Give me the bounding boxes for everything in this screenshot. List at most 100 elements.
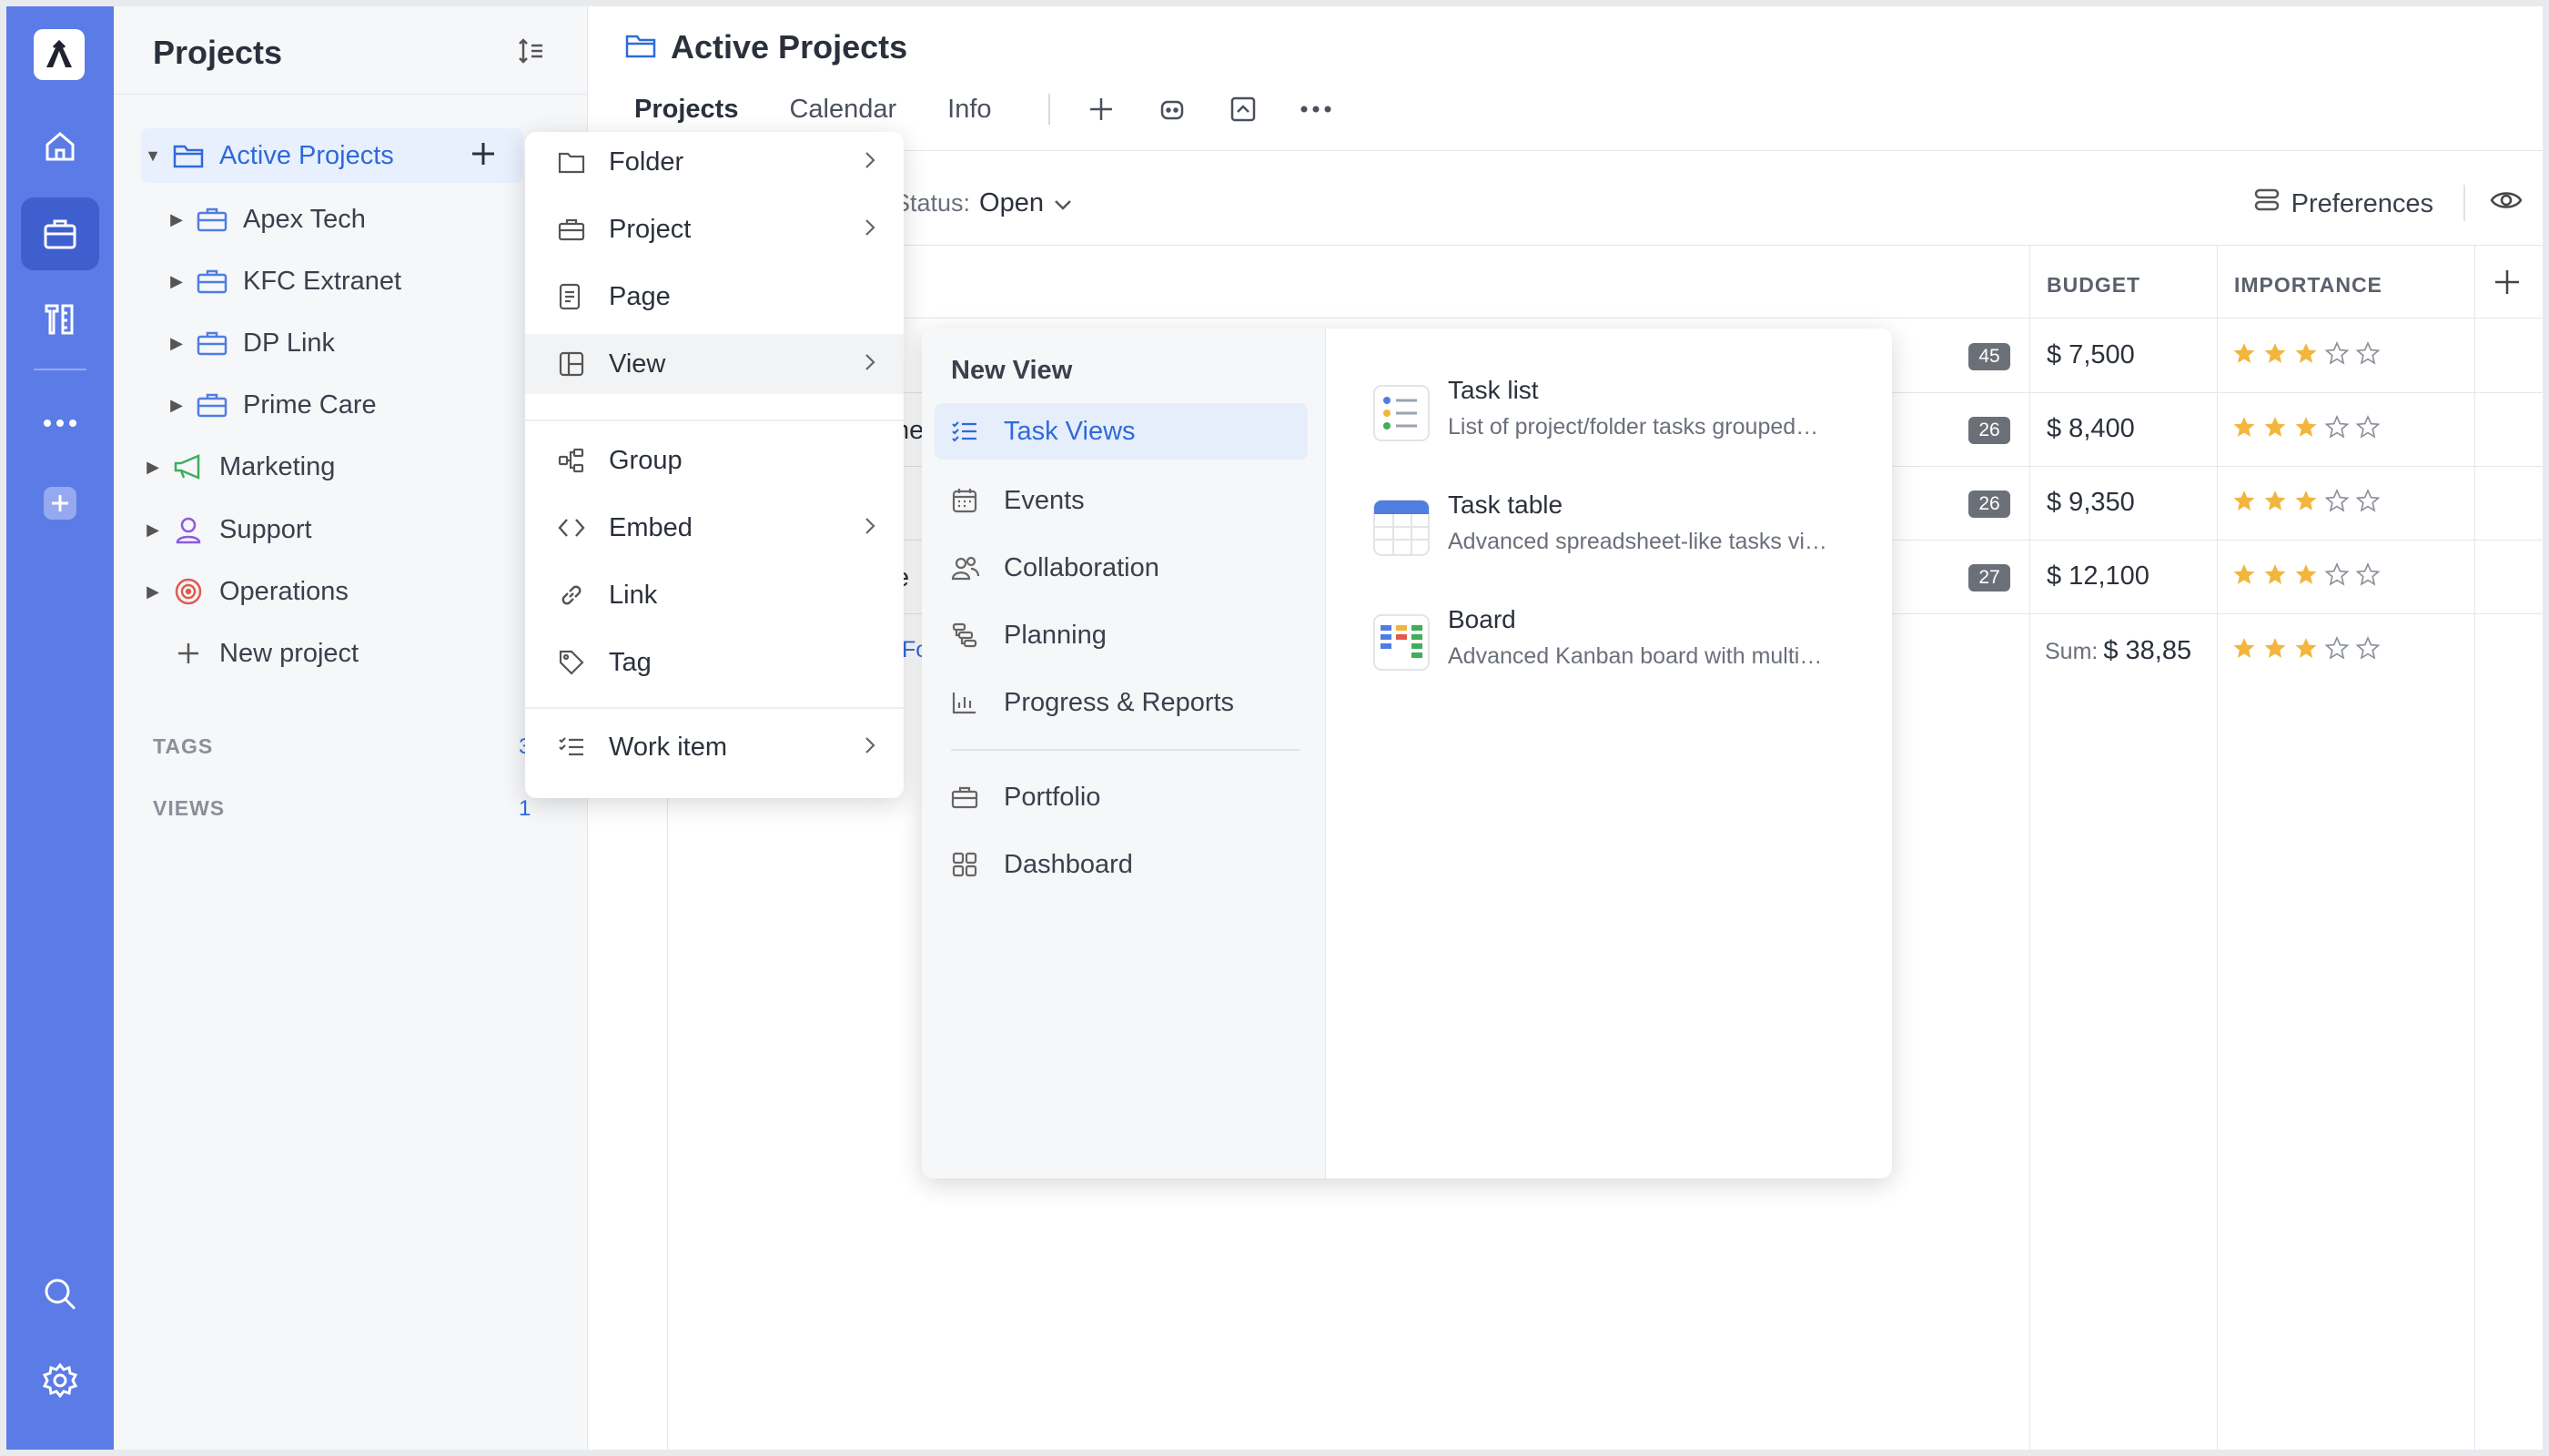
view-option-task-list[interactable]: Task list List of project/folder tasks g… <box>1373 376 1865 467</box>
more-icon[interactable] <box>1300 105 1332 114</box>
menu-item-work-item[interactable]: Work item <box>525 717 904 777</box>
importance-stars[interactable] <box>2231 341 2381 369</box>
sidebar-item-apex-tech[interactable]: ▶ Apex Tech <box>165 192 366 247</box>
budget-cell[interactable]: $ 8,400 <box>2047 414 2135 444</box>
caret-right-icon[interactable]: ▶ <box>165 396 188 415</box>
star-empty-icon[interactable] <box>2355 415 2381 443</box>
column-header-importance[interactable]: IMPORTANCE <box>2234 273 2382 298</box>
menu-item-tag[interactable]: Tag <box>525 632 904 693</box>
add-column-icon[interactable] <box>2492 267 2523 302</box>
projects-sidebar: Projects ▼ Active Projects ▶ Apex Tech ▶ <box>114 6 588 1450</box>
sort-icon[interactable] <box>516 36 545 70</box>
bot-icon[interactable] <box>1158 95 1187 124</box>
menu-item-group[interactable]: Group <box>525 430 904 490</box>
category-dashboard[interactable]: Dashboard <box>935 836 1308 893</box>
chart-icon <box>951 690 1004 715</box>
new-view-submenu: New View Task Views Events Collaboration… <box>922 329 1892 1178</box>
sidebar-item-active-projects[interactable]: ▼ Active Projects <box>141 128 523 183</box>
caret-right-icon[interactable]: ▶ <box>165 334 188 353</box>
page-icon <box>558 283 609 310</box>
caret-down-icon[interactable]: ▼ <box>141 147 165 166</box>
add-icon[interactable] <box>21 467 99 540</box>
star-filled-icon[interactable] <box>2231 562 2257 591</box>
category-events[interactable]: Events <box>935 472 1308 529</box>
export-icon[interactable] <box>1229 95 1258 124</box>
views-section-label[interactable]: VIEWS <box>153 796 225 821</box>
sidebar-item-marketing[interactable]: ▶ Marketing <box>141 440 335 494</box>
caret-right-icon[interactable]: ▶ <box>141 582 165 602</box>
star-filled-icon[interactable] <box>2262 489 2288 517</box>
importance-stars[interactable] <box>2231 562 2381 591</box>
sidebar-item-dp-link[interactable]: ▶ DP Link <box>165 316 335 370</box>
task-list-icon <box>1373 385 1430 446</box>
status-filter[interactable]: Status: Open <box>894 188 1073 218</box>
star-empty-icon[interactable] <box>2324 341 2350 369</box>
budget-cell[interactable]: $ 12,100 <box>2047 561 2149 592</box>
menu-item-page[interactable]: Page <box>525 267 904 327</box>
budget-cell[interactable]: $ 9,350 <box>2047 488 2135 518</box>
category-task-views[interactable]: Task Views <box>935 403 1308 460</box>
task-count-badge: 26 <box>1968 490 2010 518</box>
star-filled-icon[interactable] <box>2262 562 2288 591</box>
star-empty-icon[interactable] <box>2355 562 2381 591</box>
star-filled-icon[interactable] <box>2293 341 2319 369</box>
category-collaboration[interactable]: Collaboration <box>935 540 1308 596</box>
folder-icon <box>165 143 212 168</box>
category-planning[interactable]: Planning <box>935 607 1308 663</box>
importance-stars[interactable] <box>2231 415 2381 443</box>
star-filled-icon <box>2293 636 2319 664</box>
search-icon[interactable] <box>21 1258 99 1330</box>
star-filled-icon[interactable] <box>2231 415 2257 443</box>
menu-item-project[interactable]: Project <box>525 199 904 259</box>
view-tabs: Projects Calendar Info <box>634 94 1374 125</box>
star-filled-icon[interactable] <box>2231 489 2257 517</box>
star-filled-icon[interactable] <box>2293 415 2319 443</box>
tools-icon[interactable] <box>21 283 99 356</box>
task-table-icon <box>1373 500 1430 561</box>
view-option-board[interactable]: Board Advanced Kanban board with multi… <box>1373 605 1865 696</box>
new-project-button[interactable]: New project <box>141 626 359 681</box>
sidebar-item-kfc-extranet[interactable]: ▶ KFC Extranet <box>165 254 401 308</box>
home-icon[interactable] <box>21 110 99 183</box>
star-filled-icon[interactable] <box>2231 341 2257 369</box>
star-empty-icon[interactable] <box>2355 341 2381 369</box>
preferences-button[interactable]: Preferences <box>2253 187 2433 221</box>
caret-right-icon[interactable]: ▶ <box>141 458 165 477</box>
sidebar-item-operations[interactable]: ▶ Operations <box>141 564 349 619</box>
tab-info[interactable]: Info <box>947 95 991 125</box>
menu-item-view[interactable]: View <box>525 334 904 394</box>
star-empty-icon[interactable] <box>2324 415 2350 443</box>
star-filled-icon[interactable] <box>2262 415 2288 443</box>
add-view-icon[interactable] <box>1087 95 1116 124</box>
star-empty-icon[interactable] <box>2355 489 2381 517</box>
eye-icon[interactable] <box>2490 187 2523 218</box>
star-empty-icon[interactable] <box>2324 489 2350 517</box>
caret-right-icon[interactable]: ▶ <box>165 272 188 291</box>
add-plus-icon[interactable] <box>469 139 498 176</box>
target-icon <box>165 577 212 606</box>
column-header-budget[interactable]: BUDGET <box>2047 273 2140 298</box>
logo-icon[interactable] <box>34 29 85 80</box>
sidebar-item-support[interactable]: ▶ Support <box>141 502 312 557</box>
menu-item-link[interactable]: Link <box>525 565 904 625</box>
tab-calendar[interactable]: Calendar <box>789 95 896 125</box>
menu-item-embed[interactable]: Embed <box>525 498 904 558</box>
star-empty-icon[interactable] <box>2324 562 2350 591</box>
tags-section-label[interactable]: TAGS <box>153 734 213 759</box>
caret-right-icon[interactable]: ▶ <box>141 521 165 540</box>
importance-stars[interactable] <box>2231 489 2381 517</box>
menu-item-folder[interactable]: Folder <box>525 132 904 192</box>
more-icon[interactable] <box>21 387 99 460</box>
caret-right-icon[interactable]: ▶ <box>165 210 188 229</box>
view-option-task-table[interactable]: Task table Advanced spreadsheet-like tas… <box>1373 490 1865 581</box>
star-filled-icon[interactable] <box>2293 562 2319 591</box>
tab-projects[interactable]: Projects <box>634 95 738 125</box>
category-portfolio[interactable]: Portfolio <box>935 769 1308 825</box>
briefcase-icon[interactable] <box>21 197 99 270</box>
star-filled-icon[interactable] <box>2262 341 2288 369</box>
sidebar-item-prime-care[interactable]: ▶ Prime Care <box>165 378 377 432</box>
star-filled-icon[interactable] <box>2293 489 2319 517</box>
settings-icon[interactable] <box>21 1344 99 1417</box>
budget-cell[interactable]: $ 7,500 <box>2047 340 2135 370</box>
category-progress-reports[interactable]: Progress & Reports <box>935 674 1308 731</box>
